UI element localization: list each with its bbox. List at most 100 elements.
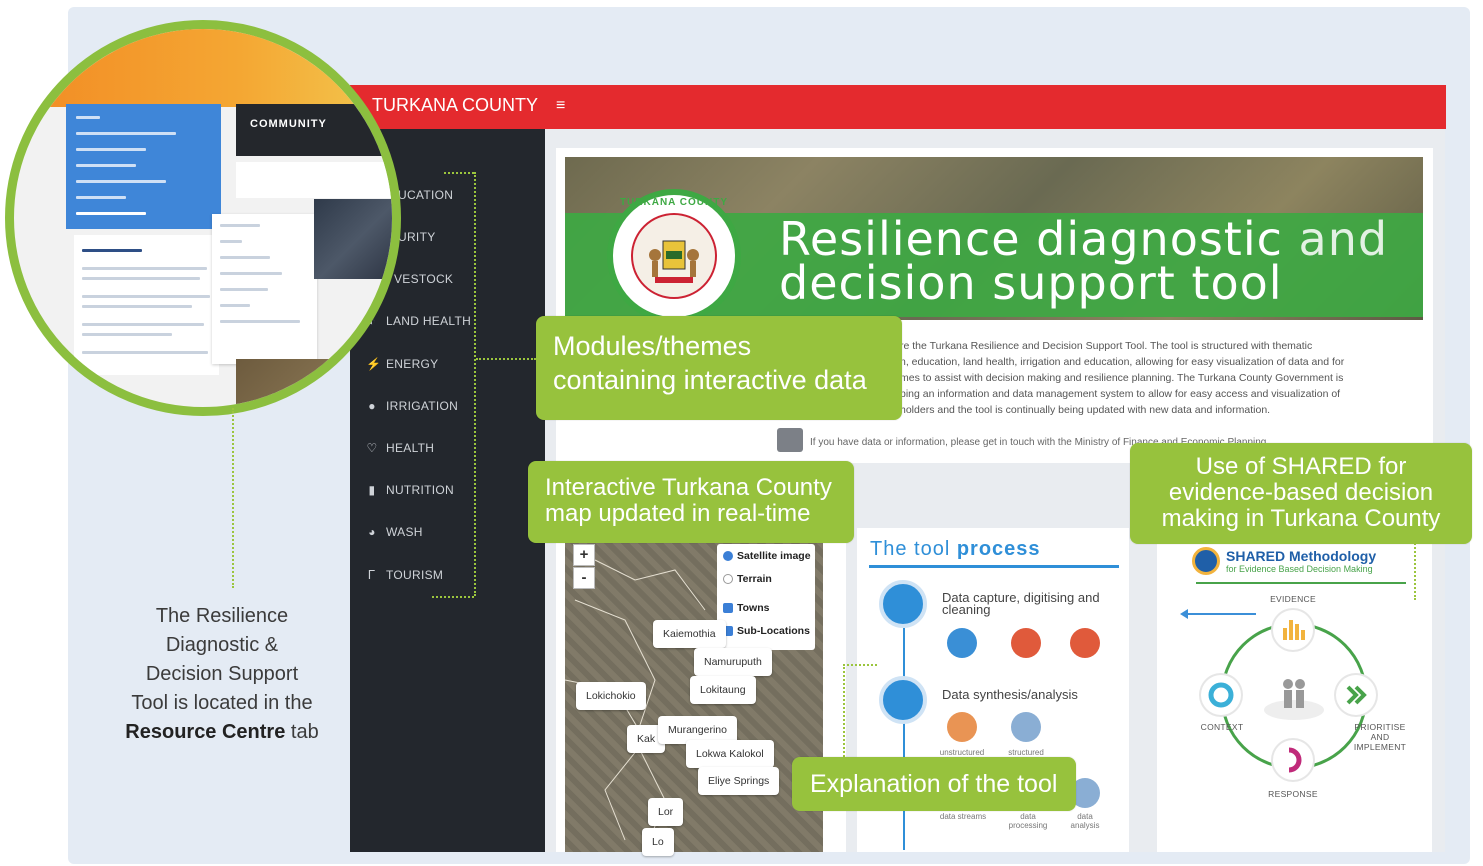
callout-modules: Modules/themes containing interactive da… bbox=[536, 316, 902, 420]
dropdown-line bbox=[220, 320, 300, 323]
bracket-line bbox=[476, 358, 536, 360]
intro-line: ping an information and data management … bbox=[900, 388, 1341, 400]
map-marker[interactable]: Lokwa Kalokol bbox=[686, 740, 774, 768]
zoom-in-button[interactable]: + bbox=[573, 544, 595, 566]
sidebar-item-health[interactable]: ♡ HEALTH bbox=[366, 435, 434, 461]
layer-label: Satellite image bbox=[737, 550, 811, 562]
bracket-line bbox=[444, 172, 474, 174]
layer-terrain[interactable]: Terrain bbox=[723, 573, 772, 585]
map-marker[interactable]: Lor bbox=[648, 798, 684, 826]
bottom-label: data processing bbox=[1008, 812, 1048, 830]
callout-shared: Use of SHARED for evidence-based decisio… bbox=[1130, 443, 1472, 544]
callout-line: containing interactive data bbox=[553, 365, 867, 395]
magnified-photo bbox=[314, 199, 392, 279]
dropdown-line bbox=[220, 288, 268, 291]
intro-text: re the Turkana Resilience and Decision S… bbox=[900, 338, 1420, 418]
menu-line bbox=[76, 196, 126, 199]
sidebar-item-education[interactable]: UCATION bbox=[398, 182, 453, 208]
menu-line bbox=[76, 116, 100, 119]
news-line bbox=[82, 351, 208, 354]
process-title-light: The tool bbox=[870, 538, 957, 560]
hamburger-icon[interactable]: ≡ bbox=[556, 97, 565, 115]
sidebar-item-label: UCATION bbox=[398, 188, 454, 202]
resource-centre-note: The Resilience Diagnostic & Decision Sup… bbox=[107, 602, 337, 747]
process-connector bbox=[903, 628, 905, 678]
sidebar-item-label: ENERGY bbox=[386, 357, 439, 371]
menu-line bbox=[76, 132, 176, 135]
sidebar-item-label: LAND HEALTH bbox=[386, 314, 472, 328]
prioritise-chevron-icon bbox=[1336, 675, 1376, 715]
magnified-subheader bbox=[236, 162, 392, 198]
note-tail: tab bbox=[285, 721, 319, 743]
sidebar-item-security[interactable]: URITY bbox=[398, 224, 436, 250]
phone-icon bbox=[947, 628, 977, 658]
shared-subtitle: for Evidence Based Decision Making bbox=[1226, 564, 1373, 574]
callout-line: Interactive Turkana County bbox=[545, 474, 832, 501]
sidebar-item-tourism[interactable]: Ꮁ TOURISM bbox=[366, 562, 443, 588]
camera-icon bbox=[1011, 628, 1041, 658]
bottle-icon: ▮ bbox=[368, 483, 376, 497]
intro-line: mes to assist with decision making and r… bbox=[900, 372, 1344, 384]
news-line bbox=[82, 249, 142, 252]
radio-unchecked[interactable] bbox=[723, 574, 733, 584]
magnifier-connector bbox=[232, 408, 234, 588]
news-line bbox=[82, 277, 200, 280]
community-tab[interactable]: COMMUNITY bbox=[250, 118, 327, 130]
heart-icon: ♡ bbox=[366, 441, 378, 455]
dropdown-line bbox=[220, 304, 250, 307]
sidebar-item-label: HEALTH bbox=[386, 441, 435, 455]
bracket-line bbox=[432, 596, 474, 598]
layer-label: Towns bbox=[737, 602, 770, 614]
shared-divider bbox=[1196, 582, 1406, 584]
sidebar-item-wash[interactable]: ◕ WASH bbox=[366, 519, 423, 545]
zoom-out-button[interactable]: - bbox=[573, 567, 595, 589]
layer-sub-locations[interactable]: Sub-Locations bbox=[723, 625, 810, 637]
layer-towns[interactable]: Towns bbox=[723, 602, 769, 614]
magnified-news-panel bbox=[74, 235, 219, 375]
process-title-bold: process bbox=[956, 538, 1041, 560]
menu-line bbox=[76, 212, 146, 215]
menu-line bbox=[76, 180, 166, 183]
map-marker[interactable]: Lokitaung bbox=[690, 676, 756, 704]
magnified-menu bbox=[66, 104, 221, 229]
sidebar-item-livestock[interactable]: VESTOCK bbox=[394, 266, 453, 292]
news-line bbox=[82, 267, 207, 270]
sidebar-item-land-health[interactable]: ◐LAND HEALTH bbox=[366, 308, 471, 334]
note-line: Diagnostic & bbox=[165, 634, 279, 656]
bracket-line bbox=[474, 172, 476, 596]
radio-checked[interactable] bbox=[723, 551, 733, 561]
brand-title[interactable]: TURKANA COUNTY bbox=[372, 95, 538, 116]
note-line: Decision Support bbox=[145, 663, 299, 685]
shared-connector bbox=[1414, 540, 1416, 600]
seal-emblem bbox=[631, 213, 717, 299]
magnified-header bbox=[14, 29, 392, 107]
clipboard-icon bbox=[879, 580, 927, 628]
sidebar-item-nutrition[interactable]: ▮ NUTRITION bbox=[366, 477, 454, 503]
intro-line: n, education, land health, irrigation an… bbox=[900, 356, 1345, 368]
news-line bbox=[82, 295, 210, 298]
map-marker[interactable]: Namuruputh bbox=[694, 648, 772, 676]
step1-label: Data capture, digitising and cleaning bbox=[942, 590, 1100, 617]
menu-line bbox=[76, 148, 146, 151]
process-underline bbox=[869, 565, 1119, 568]
intro-line: holders and the tool is continually bein… bbox=[900, 404, 1271, 416]
context-label: CONTEXT bbox=[1200, 722, 1244, 732]
note-line: Resource Centre tab bbox=[107, 718, 337, 747]
shared-logo bbox=[1192, 547, 1220, 575]
note-line: The Resilience bbox=[155, 605, 289, 627]
process-connector-dots bbox=[843, 664, 877, 666]
seal-text: TURKANA COUNTY bbox=[619, 197, 729, 208]
dropdown-line bbox=[220, 256, 270, 259]
resource-centre-label: Resource Centre bbox=[125, 721, 286, 743]
map-marker[interactable]: Eliye Springs bbox=[698, 767, 780, 795]
news-line bbox=[82, 305, 192, 308]
layer-satellite[interactable]: Satellite image bbox=[723, 550, 811, 562]
map-marker[interactable]: Lo bbox=[642, 828, 674, 856]
map-marker[interactable]: Lokichokio bbox=[576, 682, 646, 710]
checkbox-checked[interactable] bbox=[723, 603, 733, 613]
callout-line: Explanation of the tool bbox=[810, 770, 1058, 798]
banner-title-and: and bbox=[1282, 212, 1389, 266]
callout-line: making in Turkana County bbox=[1161, 505, 1441, 532]
callout-line: evidence-based decision bbox=[1168, 479, 1434, 506]
map-marker[interactable]: Kaiemothia bbox=[653, 620, 726, 648]
